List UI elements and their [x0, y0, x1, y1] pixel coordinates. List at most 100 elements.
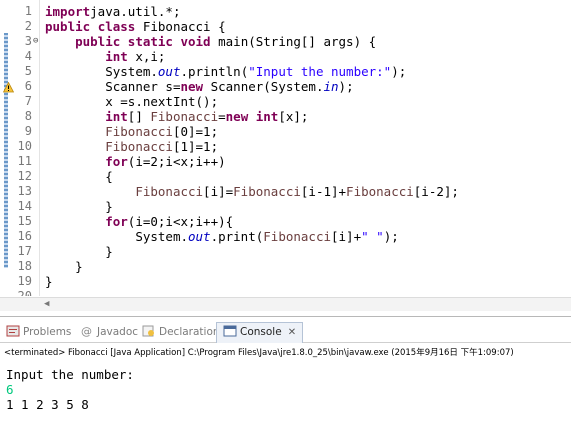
- token-str: " ": [361, 229, 384, 244]
- token-kw: static: [127, 34, 173, 49]
- token-plain: [0]=1;: [172, 124, 219, 139]
- line-number: 17: [17, 244, 32, 258]
- line-number: 14: [17, 199, 32, 213]
- token-var: Fibonacci: [105, 139, 173, 154]
- code-line[interactable]: 2 public class Fibonacci {: [0, 19, 571, 34]
- token-var: Fibonacci: [105, 124, 173, 139]
- line-number: 15: [17, 214, 32, 228]
- tab-problems-label: Problems: [23, 326, 72, 338]
- scroll-left-icon[interactable]: ◀: [44, 299, 49, 309]
- line-number: 5: [24, 64, 32, 78]
- line-number: 18: [17, 259, 32, 273]
- tab-declaration-label: Declaration: [159, 326, 220, 338]
- code-text: }: [45, 259, 83, 274]
- token-plain: );: [391, 64, 407, 79]
- code-text: public static void main(String[] args) {: [45, 34, 376, 49]
- token-var: Fibonacci: [263, 229, 331, 244]
- code-editor[interactable]: 1 importjava.util.*; 2 public class Fibonac…: [0, 0, 571, 296]
- token-plain: );: [338, 79, 354, 94]
- horizontal-scrollbar[interactable]: ◀: [0, 297, 571, 311]
- token-kw: int: [105, 109, 128, 124]
- code-text: for(i=0;i<x;i++){: [45, 214, 233, 229]
- token-str: "Input the number:": [248, 64, 392, 79]
- token-plain: []: [127, 109, 151, 124]
- code-text: int x,i;: [45, 49, 165, 64]
- token-plain: }: [75, 259, 83, 274]
- code-line[interactable]: 9 Fibonacci[0]=1;: [0, 124, 571, 139]
- problems-icon: [6, 325, 20, 337]
- code-line[interactable]: 18 }: [0, 259, 571, 274]
- token-var: Fibonacci: [150, 109, 219, 124]
- token-kw: new: [180, 79, 204, 94]
- token-plain: [x];: [278, 109, 309, 124]
- code-text: int[] Fibonacci=new int[x];: [45, 109, 308, 124]
- code-line[interactable]: 12 {: [0, 169, 571, 184]
- console-line-input: 6: [6, 382, 14, 397]
- code-line[interactable]: 10 Fibonacci[1]=1;: [0, 139, 571, 154]
- token-plain: System.: [135, 229, 188, 244]
- line-number: 3: [24, 34, 32, 48]
- code-line[interactable]: 19}: [0, 274, 571, 289]
- token-kw: for: [105, 214, 128, 229]
- tab-console[interactable]: Console ✕: [216, 322, 304, 343]
- token-kw: public: [45, 19, 91, 34]
- token-kw: for: [105, 154, 128, 169]
- warning-icon[interactable]: [2, 81, 15, 93]
- code-line[interactable]: 13 Fibonacci[i]=Fibonacci[i-1]+Fibonacci…: [0, 184, 571, 199]
- code-line[interactable]: 20: [0, 289, 571, 296]
- code-line[interactable]: 8 int[] Fibonacci=new int[x];: [0, 109, 571, 124]
- token-plain: java.util.*;: [90, 4, 181, 19]
- code-line[interactable]: 6 Scanner s=new Scanner(System.in);: [0, 79, 571, 94]
- code-text: Fibonacci[i]=Fibonacci[i-1]+Fibonacci[i-…: [45, 184, 459, 199]
- code-text: public class Fibonacci {: [45, 19, 226, 34]
- token-plain: );: [383, 229, 399, 244]
- token-fld: out: [188, 229, 211, 244]
- token-plain: }: [105, 244, 113, 259]
- line-number: 13: [17, 184, 32, 198]
- line-number: 7: [24, 94, 32, 108]
- code-line[interactable]: 7 x =s.nextInt();: [0, 94, 571, 109]
- code-line[interactable]: 17 }: [0, 244, 571, 259]
- token-var: Fibonacci: [135, 184, 204, 199]
- code-text: Fibonacci[1]=1;: [45, 139, 218, 154]
- line-number: 8: [24, 109, 32, 123]
- token-kw: class: [97, 19, 136, 34]
- view-tabs: Problems @ Javadoc Declaration Console ✕: [0, 317, 571, 343]
- line-number: 11: [17, 154, 32, 168]
- token-plain: [i-2];: [413, 184, 459, 199]
- token-plain: }: [105, 199, 113, 214]
- token-plain: Fibonacci {: [135, 19, 226, 34]
- line-number: 12: [17, 169, 32, 183]
- tab-javadoc[interactable]: @ Javadoc: [80, 323, 138, 341]
- code-line[interactable]: 4 int x,i;: [0, 49, 571, 64]
- token-plain: }: [45, 274, 53, 289]
- token-plain: .print(: [210, 229, 264, 244]
- token-plain: x =s.nextInt();: [105, 94, 219, 109]
- javadoc-icon: @: [80, 325, 94, 338]
- token-kw: void: [180, 34, 211, 49]
- console-icon: [223, 325, 237, 337]
- close-icon[interactable]: ✕: [288, 327, 296, 338]
- token-fld: out: [157, 64, 181, 79]
- token-plain: [i-1]+: [300, 184, 347, 199]
- code-line[interactable]: 16 System.out.print(Fibonacci[i]+" ");: [0, 229, 571, 244]
- token-plain: Scanner s=: [105, 79, 181, 94]
- tab-problems[interactable]: Problems: [6, 323, 71, 341]
- declaration-icon: [142, 325, 156, 337]
- code-line[interactable]: 1 importjava.util.*;: [0, 4, 571, 19]
- code-line[interactable]: 15 for(i=0;i<x;i++){: [0, 214, 571, 229]
- tab-declaration[interactable]: Declaration: [142, 323, 220, 341]
- code-line[interactable]: 11 for(i=2;i<x;i++): [0, 154, 571, 169]
- code-text: importjava.util.*;: [45, 4, 180, 19]
- token-plain: {: [105, 169, 113, 184]
- line-number: 19: [17, 274, 32, 288]
- line-number: 2: [24, 19, 32, 33]
- code-text: }: [45, 244, 113, 259]
- console-line-output: 1 1 2 3 5 8: [6, 397, 89, 412]
- fold-collapse-icon[interactable]: ⊖: [33, 37, 41, 46]
- code-line[interactable]: 3 ⊖ public static void main(String[] args…: [0, 34, 571, 49]
- code-line[interactable]: 14 }: [0, 199, 571, 214]
- code-line[interactable]: 5 System.out.println("Input the number:"…: [0, 64, 571, 79]
